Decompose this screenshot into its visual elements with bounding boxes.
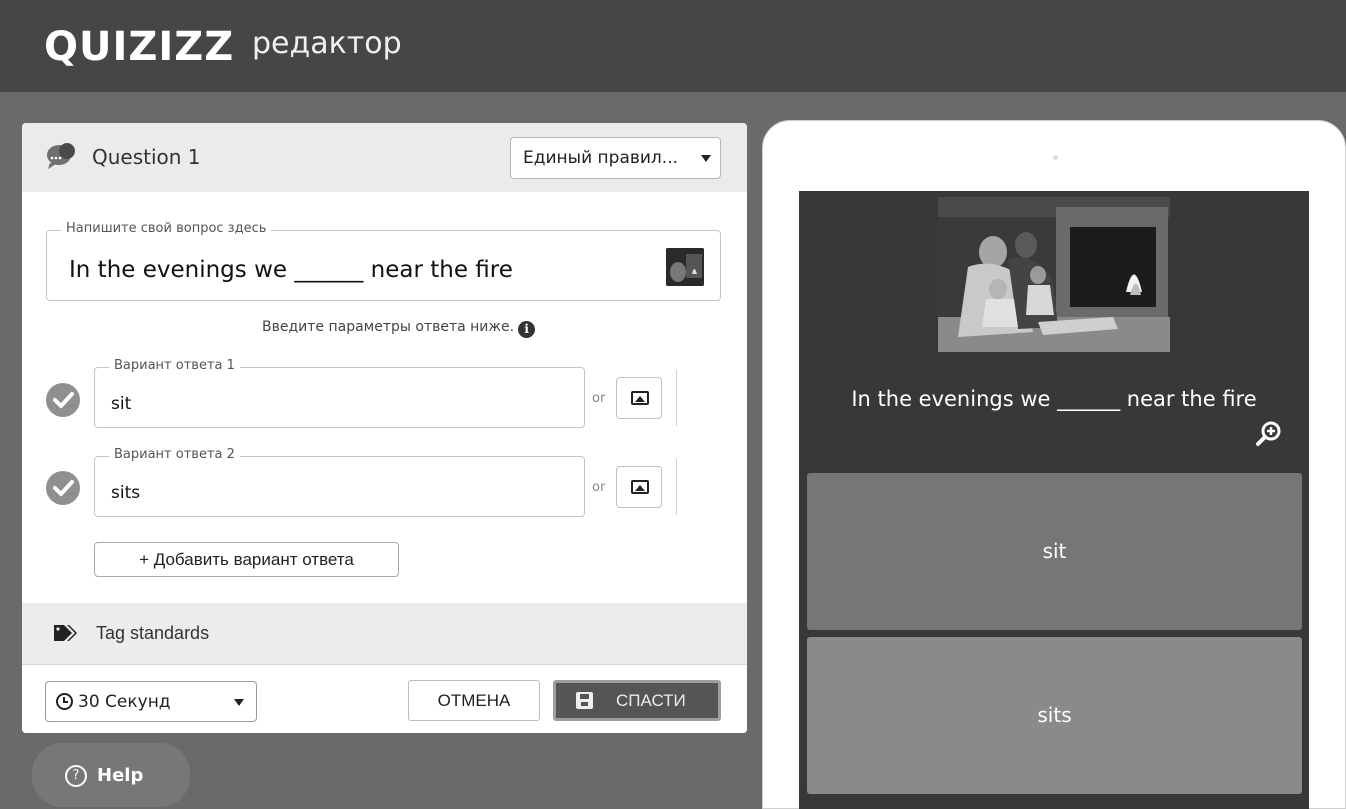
help-label: Help <box>97 765 144 786</box>
or-label: or <box>592 391 606 406</box>
question-text[interactable]: In the evenings we ______ near the fire <box>69 257 513 283</box>
image-icon <box>631 391 649 405</box>
floppy-disk-icon <box>576 692 593 709</box>
preview-screen: In the evenings we ______ near the fire … <box>799 191 1309 809</box>
fireplace-photo-thumb <box>666 248 704 286</box>
image-icon <box>631 480 649 494</box>
question-image-thumbnail[interactable] <box>666 248 704 286</box>
question-editor-panel: Question 1 Единый правил... Напишите сво… <box>22 123 747 733</box>
tag-standards-label: Tag standards <box>96 623 210 643</box>
editor-footer: 30 Секунд ОТМЕНА СПАСТИ <box>22 664 747 733</box>
correct-answer-1-check-icon[interactable] <box>46 383 80 417</box>
quizizz-logo[interactable]: QUIZIZZ <box>44 24 234 70</box>
question-circle-icon: ? <box>65 765 87 787</box>
preview-option-1[interactable]: sit <box>807 473 1302 630</box>
question-type-value: Единый правил... <box>523 148 679 168</box>
tag-icon <box>54 625 77 641</box>
caret-down-icon <box>234 699 244 706</box>
editor-subtitle: редактор <box>252 26 402 61</box>
answer-1-input[interactable]: Вариант ответа 1 sit <box>94 358 585 428</box>
help-button[interactable]: ? Help <box>32 743 190 807</box>
time-limit-dropdown[interactable]: 30 Секунд <box>45 681 257 722</box>
save-label: СПАСТИ <box>616 691 686 710</box>
preview-question-text: In the evenings we ______ near the fire <box>851 387 1257 411</box>
answer-hint: Введите параметры ответа ниже. i <box>262 319 536 338</box>
question-photo <box>938 197 1170 352</box>
save-button[interactable]: СПАСТИ <box>553 680 721 721</box>
question-field-label: Напишите свой вопрос здесь <box>61 221 272 236</box>
answer-1-label: Вариант ответа 1 <box>109 358 240 373</box>
question-header: Question 1 Единый правил... <box>22 123 747 192</box>
clock-icon <box>56 693 73 710</box>
zoom-in-icon[interactable] <box>1255 420 1283 448</box>
family-fireplace-photo <box>938 197 1170 352</box>
caret-down-icon <box>701 155 711 162</box>
question-type-dropdown[interactable]: Единый правил... <box>510 137 721 179</box>
correct-answer-2-check-icon[interactable] <box>46 471 80 505</box>
preview-option-2[interactable]: sits <box>807 637 1302 794</box>
divider <box>676 459 677 515</box>
answer-2-input[interactable]: Вариант ответа 2 sits <box>94 447 585 517</box>
app-header: QUIZIZZ редактор <box>0 0 1346 92</box>
answer-2-image-button[interactable] <box>616 466 662 508</box>
answer-1-text[interactable]: sit <box>111 394 131 414</box>
answer-1-image-button[interactable] <box>616 377 662 419</box>
question-title: Question 1 <box>92 145 201 169</box>
info-icon[interactable]: i <box>518 321 536 338</box>
or-label: or <box>592 480 606 495</box>
speech-bubble-icon <box>47 143 75 169</box>
answer-hint-text: Введите параметры ответа ниже. <box>262 319 515 335</box>
tag-standards-row[interactable]: Tag standards <box>22 603 747 664</box>
add-answer-button[interactable]: + Добавить вариант ответа <box>94 542 399 577</box>
divider <box>676 370 677 426</box>
device-preview: In the evenings we ______ near the fire … <box>762 120 1346 809</box>
time-limit-value: 30 Секунд <box>78 692 171 712</box>
answer-2-label: Вариант ответа 2 <box>109 447 240 462</box>
cancel-button[interactable]: ОТМЕНА <box>408 680 540 721</box>
question-input[interactable]: Напишите свой вопрос здесь In the evenin… <box>46 221 721 301</box>
tablet-camera <box>1053 155 1058 160</box>
answer-2-text[interactable]: sits <box>111 483 140 503</box>
